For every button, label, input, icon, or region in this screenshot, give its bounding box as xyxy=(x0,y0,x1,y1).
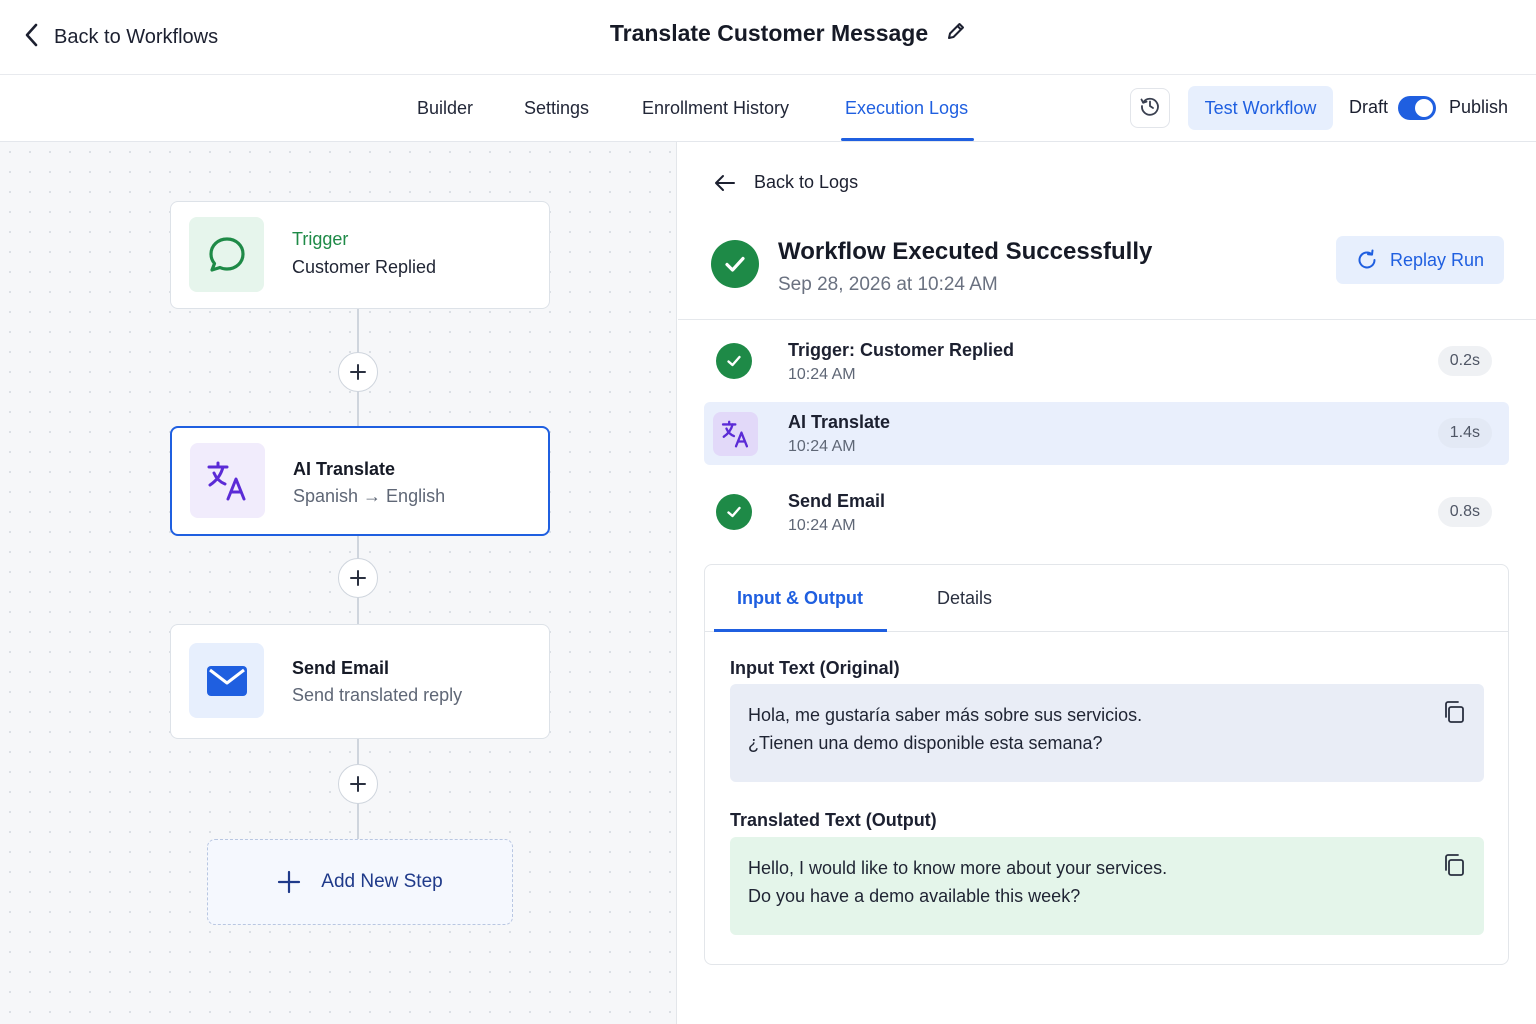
run-status-title: Workflow Executed Successfully xyxy=(778,238,1153,265)
run-timestamp: Sep 28, 2026 at 10:24 AM xyxy=(778,274,998,295)
step-duration-badge: 0.2s xyxy=(1437,346,1492,376)
node-subtitle: Customer Replied xyxy=(292,257,437,277)
workflow-node-send-email[interactable]: Send Email Send translated reply xyxy=(170,624,550,739)
success-check-icon xyxy=(711,240,759,288)
page-title: Translate Customer Message xyxy=(609,20,929,46)
toggle-knob xyxy=(1415,99,1433,117)
back-to-logs-link[interactable]: Back to Logs xyxy=(714,172,858,193)
connector-line xyxy=(357,739,359,764)
history-clock-icon xyxy=(1139,95,1161,122)
replay-run-label: Replay Run xyxy=(1389,249,1485,270)
step-time: 10:24 AM xyxy=(788,438,856,455)
translate-icon xyxy=(713,412,758,456)
step-duration-badge: 0.8s xyxy=(1437,497,1492,527)
back-to-workflows-label: Back to Workflows xyxy=(54,26,219,48)
tab-input-output[interactable]: Input & Output xyxy=(714,565,887,632)
success-check-icon xyxy=(716,343,752,379)
tab-details[interactable]: Details xyxy=(937,565,992,631)
plus-icon xyxy=(350,570,366,586)
output-text-label: Translated Text (Output) xyxy=(730,810,937,830)
replay-run-button[interactable]: Replay Run xyxy=(1336,236,1504,284)
input-text-line: ¿Tienen una demo disponible esta semana? xyxy=(748,733,1103,753)
connector-line xyxy=(357,597,359,625)
detail-tabs: Input & Output Details xyxy=(705,565,1508,632)
execution-log-panel: Back to Logs Workflow Executed Successfu… xyxy=(678,142,1536,1024)
step-time: 10:24 AM xyxy=(788,517,856,534)
node-subtitle: Send translated reply xyxy=(292,685,463,705)
log-step-row-send-email[interactable]: Send Email 10:24 AM 0.8s xyxy=(704,481,1509,544)
top-header: Back to Workflows Translate Customer Mes… xyxy=(0,0,1536,75)
step-name: AI Translate xyxy=(788,412,891,432)
add-new-step-label: Add New Step xyxy=(321,871,443,892)
test-workflow-button[interactable]: Test Workflow xyxy=(1188,86,1333,130)
output-text-box: Hello, I would like to know more about y… xyxy=(730,837,1484,935)
chevron-left-icon xyxy=(22,22,42,53)
publish-label: Publish xyxy=(1449,97,1509,117)
divider xyxy=(678,319,1536,320)
tab-builder[interactable]: Builder xyxy=(417,75,473,141)
input-text-line: Hola, me gustaría saber más sobre sus se… xyxy=(748,705,1143,725)
success-check-icon xyxy=(716,494,752,530)
plus-icon xyxy=(278,870,301,894)
refresh-icon xyxy=(1358,249,1376,269)
step-time: 10:24 AM xyxy=(788,366,856,383)
publish-toggle[interactable] xyxy=(1398,96,1436,120)
back-to-workflows-link[interactable]: Back to Workflows xyxy=(22,22,218,53)
connector-line xyxy=(357,391,359,426)
back-to-logs-label: Back to Logs xyxy=(754,172,859,192)
tab-settings[interactable]: Settings xyxy=(524,75,589,141)
workflow-node-trigger[interactable]: Trigger Customer Replied xyxy=(170,201,550,309)
input-text-box: Hola, me gustaría saber más sobre sus se… xyxy=(730,684,1484,782)
step-name: Send Email xyxy=(788,491,886,511)
chat-bubble-icon xyxy=(189,217,264,292)
connector-line xyxy=(357,802,359,840)
node-title: Send Email xyxy=(292,658,390,678)
pencil-edit-icon[interactable] xyxy=(946,21,966,46)
input-text-content[interactable]: Hola, me gustaría saber más sobre sus se… xyxy=(748,701,1142,757)
draft-label: Draft xyxy=(1349,97,1389,117)
arrow-left-icon xyxy=(715,174,735,191)
tabs-bar: Builder Settings Enrollment History Exec… xyxy=(0,75,1536,142)
step-duration-badge: 1.4s xyxy=(1437,418,1492,448)
output-text-content[interactable]: Hello, I would like to know more about y… xyxy=(748,854,1167,910)
add-step-plus-button[interactable] xyxy=(338,352,378,392)
plus-icon xyxy=(350,364,366,380)
envelope-icon xyxy=(189,643,264,718)
node-subtitle: Spanish → English xyxy=(293,486,446,506)
copy-icon[interactable] xyxy=(1442,700,1466,729)
add-new-step-button[interactable]: Add New Step xyxy=(207,839,513,925)
tab-execution-logs[interactable]: Execution Logs xyxy=(840,75,975,141)
add-step-plus-button[interactable] xyxy=(338,558,378,598)
workflow-canvas[interactable]: Trigger Customer Replied AI Translate Sp… xyxy=(0,142,677,1024)
step-name: Trigger: Customer Replied xyxy=(788,340,1015,360)
log-step-row-trigger[interactable]: Trigger: Customer Replied 10:24 AM 0.2s xyxy=(704,330,1509,393)
translate-icon xyxy=(190,443,265,518)
log-step-row-ai-translate[interactable]: AI Translate 10:24 AM 1.4s xyxy=(704,402,1509,465)
output-text-line: Hello, I would like to know more about y… xyxy=(748,858,1168,878)
node-title: AI Translate xyxy=(293,459,396,479)
connector-line xyxy=(357,536,359,559)
input-text-label: Input Text (Original) xyxy=(730,658,900,678)
output-text-line: Do you have a demo available this week? xyxy=(748,886,1081,906)
tab-enrollment-history[interactable]: Enrollment History xyxy=(642,75,789,141)
step-detail-card: Input & Output Details Input Text (Origi… xyxy=(704,564,1509,965)
copy-icon[interactable] xyxy=(1442,853,1466,882)
node-title: Trigger xyxy=(292,229,349,249)
workflow-node-ai-translate[interactable]: AI Translate Spanish → English xyxy=(170,426,550,536)
add-step-plus-button[interactable] xyxy=(338,764,378,804)
connector-line xyxy=(357,309,359,353)
plus-icon xyxy=(350,776,366,792)
version-history-button[interactable] xyxy=(1130,88,1170,128)
